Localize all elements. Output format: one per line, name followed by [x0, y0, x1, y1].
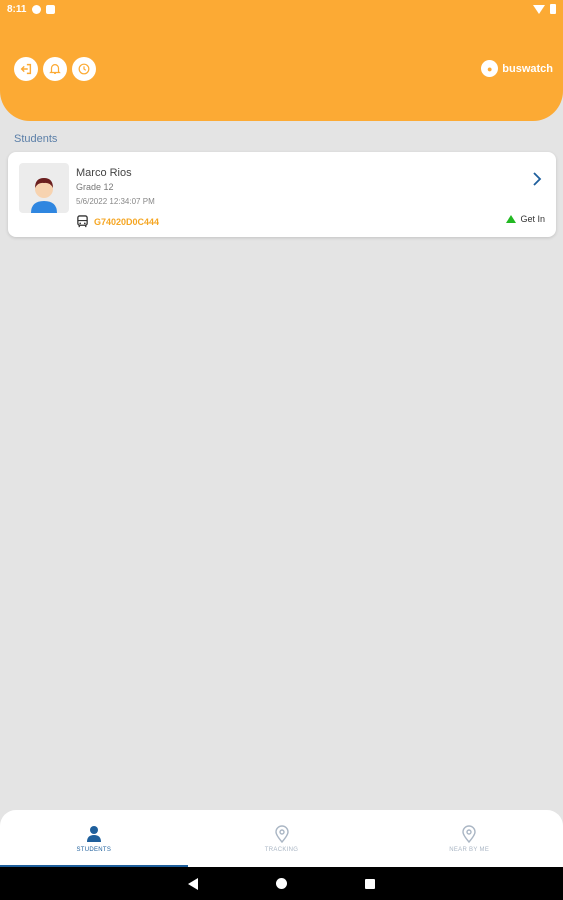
notification-icon: [32, 4, 42, 14]
bottom-nav: STUDENTS TRACKING NEAR BY ME: [0, 810, 563, 867]
logout-icon: [20, 63, 32, 75]
student-grade: Grade 12: [76, 182, 114, 192]
brand-logo: ● buswatch: [481, 60, 553, 77]
recent-apps-icon[interactable]: [365, 878, 375, 889]
notifications-button[interactable]: [43, 57, 67, 81]
student-timestamp: 5/6/2022 12:34:07 PM: [76, 197, 155, 206]
tab-label: TRACKING: [264, 846, 299, 853]
location-pin-icon: [462, 824, 476, 843]
status-badge: Get In: [506, 214, 545, 224]
history-button[interactable]: [72, 57, 96, 81]
tab-near-by-me[interactable]: NEAR BY ME: [375, 810, 563, 867]
tab-label: STUDENTS: [76, 846, 112, 853]
brand-name: buswatch: [502, 62, 553, 75]
status-bar: 8:11: [0, 0, 563, 18]
tab-tracking[interactable]: TRACKING: [188, 810, 376, 867]
tab-students[interactable]: STUDENTS: [0, 810, 188, 867]
system-nav-bar: [0, 867, 563, 900]
home-icon[interactable]: [276, 878, 287, 889]
location-pin-icon: [274, 824, 289, 843]
student-card[interactable]: Marco Rios Grade 12 5/6/2022 12:34:07 PM…: [8, 152, 556, 237]
avatar-icon: [31, 178, 57, 213]
logout-button[interactable]: [14, 57, 38, 81]
bus-logo-icon: ●: [481, 60, 499, 77]
battery-icon: [550, 4, 556, 14]
bus-info: G74020D0C444: [76, 215, 159, 228]
clock-icon: [78, 63, 90, 75]
person-icon: [86, 825, 101, 842]
student-name: Marco Rios: [76, 167, 132, 179]
app-header: ● buswatch: [0, 18, 563, 121]
student-avatar: [19, 163, 69, 213]
triangle-up-icon: [506, 215, 517, 223]
status-time: 8:11: [7, 3, 27, 15]
back-icon[interactable]: [188, 877, 198, 890]
status-label: Get In: [520, 214, 545, 224]
wifi-icon: [533, 4, 545, 14]
bus-icon: [77, 215, 88, 228]
tab-label: NEAR BY ME: [449, 846, 490, 853]
chevron-right-icon[interactable]: [530, 171, 544, 187]
bus-id: G74020D0C444: [94, 216, 160, 227]
bell-icon: [49, 64, 61, 74]
notification-icon: [46, 4, 56, 14]
section-title: Students: [14, 133, 58, 145]
